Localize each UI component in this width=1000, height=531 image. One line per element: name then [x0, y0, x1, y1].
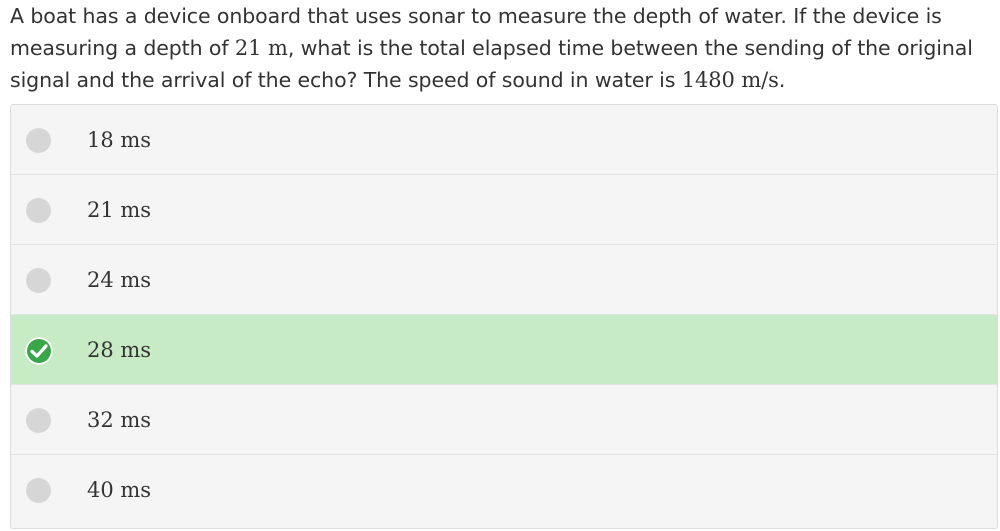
radio-circle-icon[interactable]	[26, 408, 51, 433]
answer-choices: 18 ms 21 ms 24 ms 28 ms 32 ms 40 ms	[10, 104, 998, 529]
answer-choice[interactable]: 18 ms	[11, 105, 997, 175]
checkmark-icon	[30, 344, 48, 358]
question-text: A boat has a device onboard that uses so…	[10, 0, 995, 96]
answer-choice[interactable]: 24 ms	[11, 245, 997, 315]
answer-choice[interactable]: 40 ms	[11, 455, 997, 526]
speed-value: 1480 m/s	[681, 68, 779, 92]
radio-circle-icon[interactable]	[26, 128, 51, 153]
radio-circle-icon[interactable]	[26, 478, 51, 503]
answer-choice[interactable]: 21 ms	[11, 175, 997, 245]
answer-choice-selected[interactable]: 28 ms	[11, 315, 997, 385]
radio-circle-icon[interactable]	[26, 198, 51, 223]
depth-value: 21 m	[234, 36, 288, 60]
radio-circle-icon[interactable]	[26, 268, 51, 293]
check-circle-icon[interactable]	[25, 337, 53, 365]
answer-choice-label: 21 ms	[87, 198, 152, 222]
answer-choice-label: 32 ms	[87, 408, 152, 432]
answer-choice-label: 28 ms	[87, 338, 152, 362]
answer-choice-label: 40 ms	[87, 478, 152, 502]
question-text-part3: .	[778, 68, 786, 92]
answer-choice-label: 18 ms	[87, 128, 152, 152]
answer-choice[interactable]: 32 ms	[11, 385, 997, 455]
answer-choice-label: 24 ms	[87, 268, 152, 292]
